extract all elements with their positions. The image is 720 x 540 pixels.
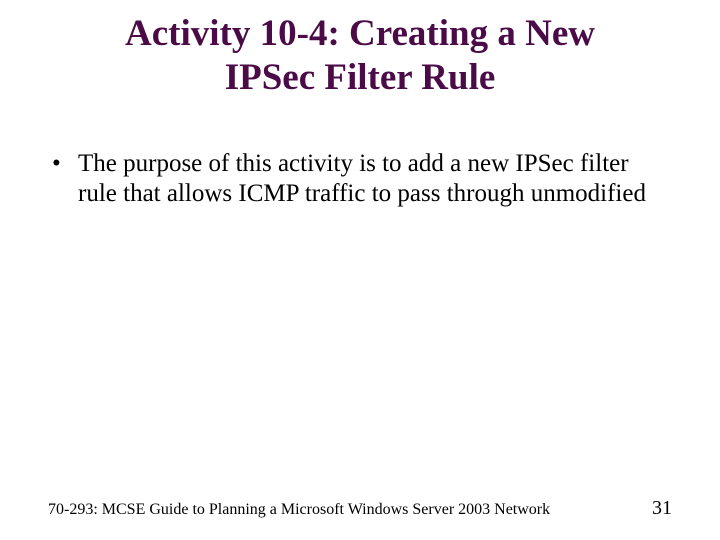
bullet-icon: • (48, 149, 78, 179)
slide-title: Activity 10-4: Creating a New IPSec Filt… (0, 0, 720, 101)
slide-content: • The purpose of this activity is to add… (0, 101, 720, 209)
title-line-2: IPSec Filter Rule (225, 57, 496, 98)
slide-footer: 70-293: MCSE Guide to Planning a Microso… (0, 497, 720, 520)
bullet-text: The purpose of this activity is to add a… (78, 149, 672, 209)
page-number: 31 (652, 497, 672, 520)
footer-source: 70-293: MCSE Guide to Planning a Microso… (48, 501, 550, 519)
list-item: • The purpose of this activity is to add… (48, 149, 672, 209)
title-line-1: Activity 10-4: Creating a New (125, 13, 595, 54)
